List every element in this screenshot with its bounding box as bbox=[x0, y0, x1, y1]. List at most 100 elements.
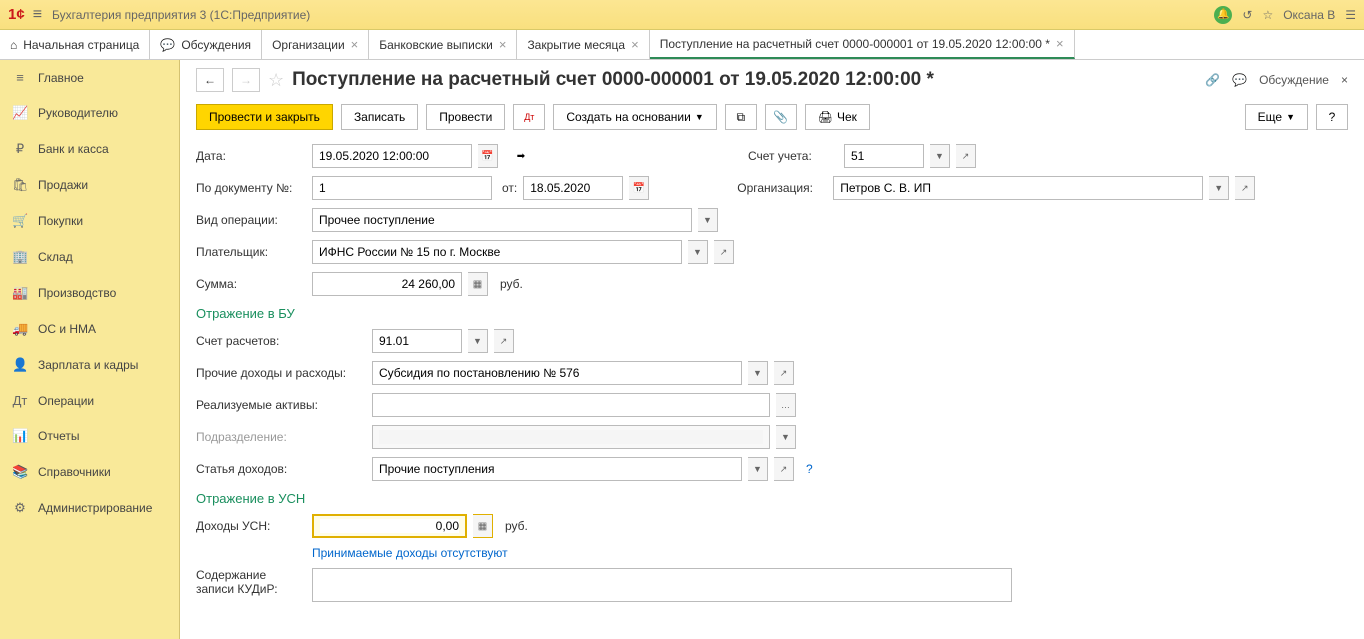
dropdown-icon[interactable]: ▼ bbox=[748, 457, 768, 481]
open-icon[interactable]: ↗ bbox=[714, 240, 734, 264]
favorite-star-icon[interactable]: ☆ bbox=[268, 70, 284, 91]
sidebar-item[interactable]: 🛍Продажи bbox=[0, 167, 179, 203]
calendar-icon[interactable]: 📅 bbox=[478, 144, 498, 168]
from-date-input[interactable] bbox=[530, 181, 616, 195]
docnum-input[interactable] bbox=[319, 181, 485, 195]
dropdown-icon[interactable]: ▼ bbox=[1209, 176, 1229, 200]
attach-button[interactable]: 📎 bbox=[765, 104, 797, 130]
discuss-icon[interactable]: 💬 bbox=[1232, 73, 1247, 87]
calculator-icon[interactable]: ▦ bbox=[468, 272, 488, 296]
user-name[interactable]: Оксана В bbox=[1283, 8, 1335, 22]
inc-item-label: Статья доходов: bbox=[196, 462, 366, 476]
sidebar-item[interactable]: 📚Справочники bbox=[0, 454, 179, 490]
help-button[interactable]: ? bbox=[1316, 104, 1348, 130]
sidebar-item[interactable]: 👤 Зарплата и кадры bbox=[0, 347, 179, 383]
sidebar-icon: 🛍 bbox=[12, 177, 28, 193]
menu-icon[interactable]: ≡ bbox=[33, 6, 42, 24]
sum-input[interactable] bbox=[319, 277, 455, 291]
post-and-close-button[interactable]: Провести и закрыть bbox=[196, 104, 333, 130]
close-doc-icon[interactable]: × bbox=[1341, 73, 1348, 87]
structure-button[interactable]: ⧉ bbox=[725, 104, 757, 130]
date-input[interactable] bbox=[319, 149, 465, 163]
sidebar-item[interactable]: 📊Отчеты bbox=[0, 418, 179, 454]
bell-icon[interactable]: 🔔 bbox=[1214, 6, 1232, 24]
sidebar-icon: 📚 bbox=[12, 464, 28, 480]
optype-input[interactable] bbox=[319, 213, 685, 227]
sidebar-item-label: Главное bbox=[38, 71, 84, 85]
close-icon[interactable]: × bbox=[499, 37, 507, 52]
tab-active-document[interactable]: Поступление на расчетный счет 0000-00000… bbox=[650, 30, 1075, 59]
sidebar-item[interactable]: 🛒Покупки bbox=[0, 203, 179, 239]
calculator-icon[interactable]: ▦ bbox=[473, 514, 493, 538]
open-icon[interactable]: ↗ bbox=[956, 144, 976, 168]
org-input[interactable] bbox=[840, 181, 1196, 195]
open-icon[interactable]: ↗ bbox=[774, 361, 794, 385]
tab-label: Поступление на расчетный счет 0000-00000… bbox=[660, 37, 1050, 51]
sidebar-icon: Дт bbox=[12, 393, 28, 408]
forward-small-icon[interactable]: ➡ bbox=[510, 145, 532, 167]
optype-label: Вид операции: bbox=[196, 213, 306, 227]
open-icon[interactable]: ↗ bbox=[494, 329, 514, 353]
sidebar-item[interactable]: ≡Главное bbox=[0, 60, 179, 95]
sidebar-item[interactable]: 🏢Склад bbox=[0, 239, 179, 275]
inc-item-input[interactable] bbox=[379, 462, 735, 476]
usn-hint[interactable]: Принимаемые доходы отсутствуют bbox=[312, 546, 508, 560]
dropdown-icon[interactable]: ▼ bbox=[930, 144, 950, 168]
nav-back[interactable]: ← bbox=[196, 68, 224, 92]
sidebar-icon: 👤 bbox=[12, 357, 28, 373]
write-button[interactable]: Записать bbox=[341, 104, 418, 130]
close-icon[interactable]: × bbox=[351, 37, 359, 52]
open-icon[interactable]: ↗ bbox=[1235, 176, 1255, 200]
dtkt-button[interactable]: Дт bbox=[513, 104, 545, 130]
history-icon[interactable]: ↺ bbox=[1242, 8, 1252, 22]
discuss-label[interactable]: Обсуждение bbox=[1259, 73, 1329, 87]
tab-home[interactable]: ⌂ Начальная страница bbox=[0, 30, 150, 59]
sidebar-item[interactable]: 🏭Производство bbox=[0, 275, 179, 311]
close-icon[interactable]: × bbox=[1056, 36, 1064, 51]
other-label: Прочие доходы и расходы: bbox=[196, 366, 366, 380]
sidebar-icon: ₽ bbox=[12, 141, 28, 157]
payer-input[interactable] bbox=[319, 245, 675, 259]
usn-input[interactable] bbox=[320, 519, 459, 533]
link-icon[interactable]: 🔗 bbox=[1205, 73, 1220, 87]
sidebar-icon: 🏭 bbox=[12, 285, 28, 301]
sidebar-item[interactable]: ДтОперации bbox=[0, 383, 179, 418]
post-button[interactable]: Провести bbox=[426, 104, 505, 130]
sidebar-item[interactable]: ₽ Банк и касса bbox=[0, 131, 179, 167]
more-button[interactable]: Еще▼ bbox=[1245, 104, 1308, 130]
settings-icon[interactable]: ☰ bbox=[1345, 8, 1356, 22]
sidebar-item-label: Администрирование bbox=[38, 501, 152, 515]
assets-input[interactable] bbox=[379, 398, 763, 412]
sidebar-item-label: Отчеты bbox=[38, 429, 79, 443]
star-icon[interactable]: ☆ bbox=[1262, 8, 1273, 22]
dots-icon[interactable]: … bbox=[776, 393, 796, 417]
nav-forward[interactable]: → bbox=[232, 68, 260, 92]
check-button[interactable]: 🖨Чек bbox=[805, 104, 870, 130]
help-link-icon[interactable]: ? bbox=[806, 462, 813, 476]
tab-discuss[interactable]: 💬 Обсуждения bbox=[150, 30, 262, 59]
calc-acc-input[interactable] bbox=[379, 334, 455, 348]
close-icon[interactable]: × bbox=[631, 37, 639, 52]
sidebar-item[interactable]: 🚚ОС и НМА bbox=[0, 311, 179, 347]
chat-icon: 💬 bbox=[160, 38, 175, 52]
kudir-input[interactable] bbox=[319, 578, 1005, 592]
tab-month-close[interactable]: Закрытие месяца × bbox=[517, 30, 649, 59]
sidebar-item[interactable]: ⚙Администрирование bbox=[0, 490, 179, 526]
calendar-icon[interactable]: 📅 bbox=[629, 176, 649, 200]
sum-label: Сумма: bbox=[196, 277, 306, 291]
open-icon[interactable]: ↗ bbox=[774, 457, 794, 481]
account-input[interactable] bbox=[851, 149, 917, 163]
dropdown-icon[interactable]: ▼ bbox=[748, 361, 768, 385]
dropdown-icon[interactable]: ▼ bbox=[688, 240, 708, 264]
document-title: Поступление на расчетный счет 0000-00000… bbox=[292, 69, 934, 91]
dropdown-icon[interactable]: ▼ bbox=[468, 329, 488, 353]
docnum-label: По документу №: bbox=[196, 181, 306, 195]
sidebar-item-label: Зарплата и кадры bbox=[38, 358, 138, 372]
dropdown-icon[interactable]: ▼ bbox=[698, 208, 718, 232]
sidebar-item-label: Банк и касса bbox=[38, 142, 109, 156]
sidebar-item[interactable]: 📈Руководителю bbox=[0, 95, 179, 131]
tab-bank-statements[interactable]: Банковские выписки × bbox=[369, 30, 517, 59]
other-input[interactable] bbox=[379, 366, 735, 380]
tab-organizations[interactable]: Организации × bbox=[262, 30, 369, 59]
create-from-button[interactable]: Создать на основании▼ bbox=[553, 104, 716, 130]
